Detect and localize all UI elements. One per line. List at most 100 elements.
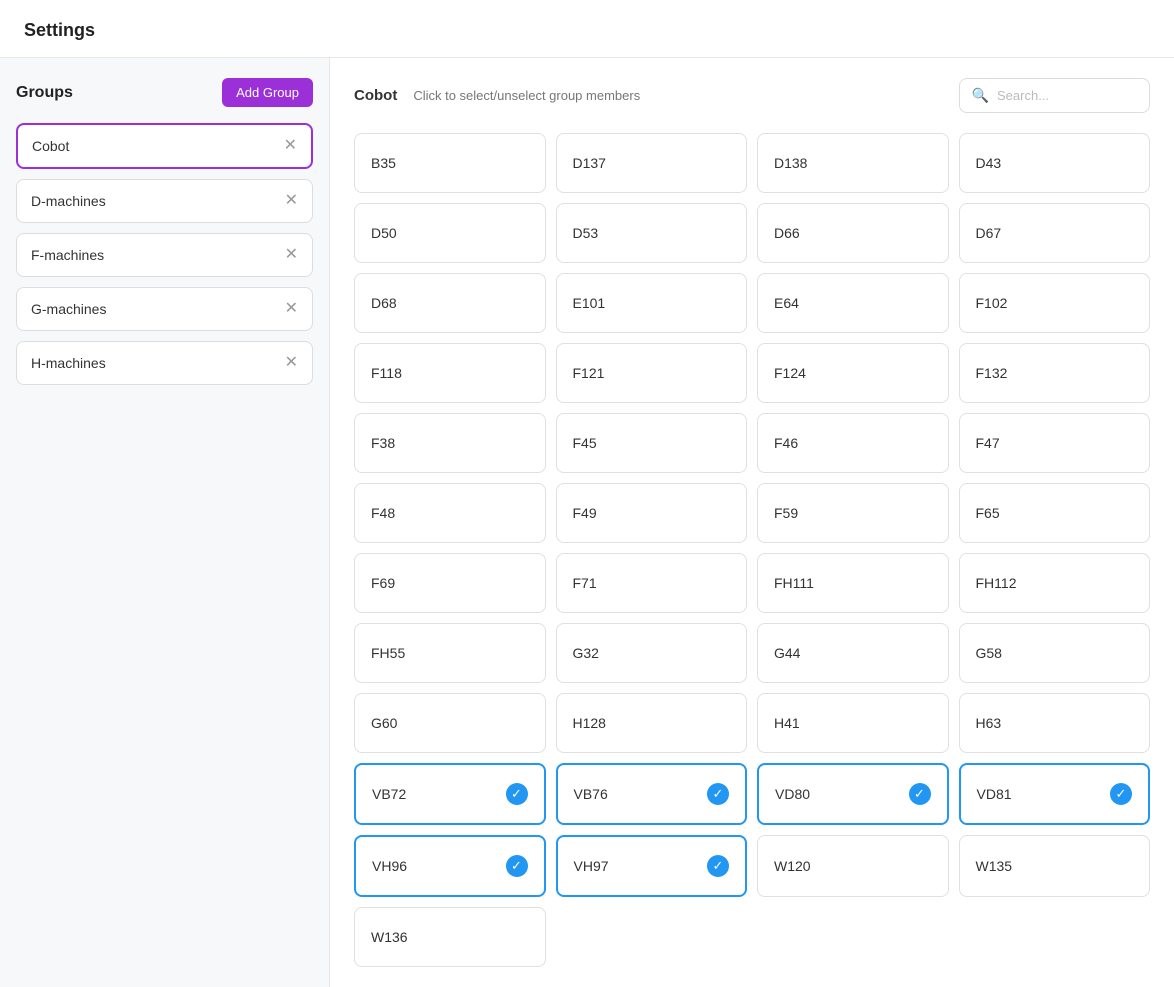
search-box: 🔍 [959,78,1150,113]
page-title: Settings [0,0,1174,58]
search-input[interactable] [997,88,1137,103]
machine-label: G32 [573,645,599,661]
machine-label: W136 [371,929,408,945]
machine-card[interactable]: F69 [354,553,546,613]
sidebar-header: Groups Add Group [16,78,313,107]
machine-card[interactable]: E64 [757,273,949,333]
machine-card[interactable]: D68 [354,273,546,333]
machine-card[interactable]: F38 [354,413,546,473]
machine-label: FH111 [774,575,814,591]
machine-card[interactable]: F102 [959,273,1151,333]
machine-card[interactable]: G44 [757,623,949,683]
sidebar-item-d-machines[interactable]: D-machines✕ [16,179,313,223]
machine-label: G60 [371,715,397,731]
machine-label: F49 [573,505,597,521]
group-label: Cobot [32,138,69,154]
machine-label: E64 [774,295,799,311]
machine-label: F71 [573,575,597,591]
machine-label: VH96 [372,858,407,874]
machine-card[interactable]: FH111 [757,553,949,613]
check-icon: ✓ [707,855,729,877]
machine-label: D68 [371,295,397,311]
machine-card[interactable]: E101 [556,273,748,333]
machine-label: F47 [976,435,1000,451]
search-icon: 🔍 [972,87,989,104]
machine-card[interactable]: W136 [354,907,546,967]
machine-card[interactable]: H63 [959,693,1151,753]
machine-label: D138 [774,155,807,171]
machine-label: D66 [774,225,800,241]
machine-card[interactable]: F46 [757,413,949,473]
check-icon: ✓ [707,783,729,805]
machine-card[interactable]: VH96✓ [354,835,546,897]
machine-card[interactable]: H128 [556,693,748,753]
machine-label: F124 [774,365,806,381]
close-icon[interactable]: ✕ [285,193,298,209]
machine-card[interactable]: D53 [556,203,748,263]
machine-card[interactable]: F124 [757,343,949,403]
machine-label: D43 [976,155,1002,171]
machine-card[interactable]: F71 [556,553,748,613]
machine-card[interactable]: D67 [959,203,1151,263]
machine-card[interactable]: VD81✓ [959,763,1151,825]
machine-label: D53 [573,225,599,241]
check-icon: ✓ [506,783,528,805]
machine-label: F102 [976,295,1008,311]
machine-card[interactable]: F49 [556,483,748,543]
selected-group-name: Cobot [354,87,397,104]
machine-card[interactable]: D66 [757,203,949,263]
machine-label: FH112 [976,575,1017,591]
page-wrapper: Settings Groups Add Group Cobot✕D-machin… [0,0,1174,987]
machine-card[interactable]: FH112 [959,553,1151,613]
machine-label: FH55 [371,645,405,661]
machine-card[interactable]: F59 [757,483,949,543]
machine-card[interactable]: D50 [354,203,546,263]
check-icon: ✓ [909,783,931,805]
group-label: H-machines [31,355,106,371]
sidebar-item-g-machines[interactable]: G-machines✕ [16,287,313,331]
sidebar-item-f-machines[interactable]: F-machines✕ [16,233,313,277]
close-icon[interactable]: ✕ [284,138,297,154]
machine-label: VH97 [574,858,609,874]
machine-label: H128 [573,715,606,731]
machine-card[interactable]: F132 [959,343,1151,403]
sidebar-item-cobot[interactable]: Cobot ✕ [16,123,313,169]
machine-label: D50 [371,225,397,241]
machine-label: D67 [976,225,1002,241]
machine-card[interactable]: D138 [757,133,949,193]
machine-label: F118 [371,365,402,381]
content-area: Cobot Click to select/unselect group mem… [330,58,1174,987]
machine-card[interactable]: D43 [959,133,1151,193]
machine-label: F45 [573,435,597,451]
groups-list: Cobot✕D-machines✕F-machines✕G-machines✕H… [16,123,313,385]
machine-card[interactable]: F45 [556,413,748,473]
machine-card[interactable]: W120 [757,835,949,897]
machine-label: VB76 [574,786,608,802]
machine-card[interactable]: B35 [354,133,546,193]
machine-label: F38 [371,435,395,451]
content-header-left: Cobot Click to select/unselect group mem… [354,87,640,104]
machine-card[interactable]: F48 [354,483,546,543]
machine-card[interactable]: VH97 ✓ [556,835,748,897]
machine-card[interactable]: G60 [354,693,546,753]
machine-card[interactable]: VB72✓ [354,763,546,825]
machine-card[interactable]: VD80✓ [757,763,949,825]
machine-card[interactable]: D137 [556,133,748,193]
machine-card[interactable]: G58 [959,623,1151,683]
close-icon[interactable]: ✕ [285,247,298,263]
machine-card[interactable]: FH55 [354,623,546,683]
close-icon[interactable]: ✕ [285,355,298,371]
sidebar-item-h-machines[interactable]: H-machines ✕ [16,341,313,385]
machine-card[interactable]: G32 [556,623,748,683]
close-icon[interactable]: ✕ [285,301,298,317]
machine-card[interactable]: F118 [354,343,546,403]
sidebar: Groups Add Group Cobot✕D-machines✕F-mach… [0,58,330,987]
add-group-button[interactable]: Add Group [222,78,313,107]
machine-card[interactable]: F65 [959,483,1151,543]
machine-label: F65 [976,505,1000,521]
machine-card[interactable]: W135 [959,835,1151,897]
machine-card[interactable]: H41 [757,693,949,753]
machine-card[interactable]: F121 [556,343,748,403]
machine-card[interactable]: VB76 ✓ [556,763,748,825]
machine-card[interactable]: F47 [959,413,1151,473]
